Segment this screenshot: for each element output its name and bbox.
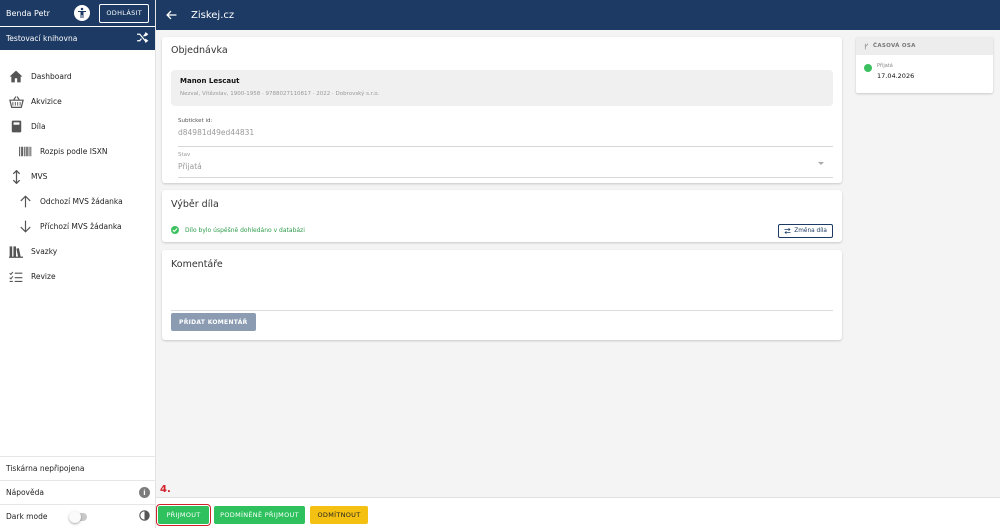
nav-item-dila[interactable]: Díla (0, 114, 155, 139)
nav-item-odchozi-mvs[interactable]: Odchozí MVS žádanka (0, 189, 155, 214)
chevron-down-icon (818, 162, 824, 165)
selection-title: Výběr díla (171, 199, 219, 210)
book-info: Manon Lescaut Nezval, Vítězslav, 1900-19… (171, 70, 833, 106)
timeline-event-date: 17.04.2026 (877, 72, 915, 80)
timeline-event: Přijatá 17.04.2026 (856, 55, 993, 93)
nav-label: Díla (31, 122, 46, 131)
printer-status-text: Tiskárna nepřipojena (6, 464, 85, 473)
up-down-arrow-icon (8, 169, 24, 185)
shuffle-icon[interactable] (136, 32, 149, 45)
nav-item-revize[interactable]: Revize (0, 264, 155, 289)
timeline-header: ČASOVÁ OSA (856, 37, 993, 55)
nav-label: Svazky (31, 247, 58, 256)
accessibility-icon[interactable] (74, 5, 91, 21)
logout-button[interactable]: ODHLÁSIT (99, 3, 149, 23)
contrast-icon[interactable] (139, 510, 150, 523)
nav-label: Příchozí MVS žádanka (40, 222, 122, 231)
help-item[interactable]: Nápověda i (0, 480, 156, 504)
timeline-card: ČASOVÁ OSA Přijatá 17.04.2026 (856, 37, 993, 93)
dark-mode-row: Dark mode (0, 504, 156, 528)
subticket-field: Subticket id: d84981d49ed44831 (178, 118, 833, 147)
swap-icon (784, 228, 791, 234)
back-arrow-icon[interactable] (166, 10, 177, 20)
user-bar: Benda Petr ODHLÁSIT (0, 0, 155, 26)
dark-mode-label: Dark mode (6, 512, 48, 521)
nav-item-svazky[interactable]: Svazky (0, 239, 155, 264)
nav-item-rozpis-isxn[interactable]: Rozpis podle ISXN (0, 139, 155, 164)
library-name: Testovací knihovna (6, 34, 78, 43)
nav-label: Rozpis podle ISXN (40, 147, 108, 156)
book-description: Nezval, Vítězslav, 1900-1958 · 978802711… (180, 91, 380, 97)
status-select[interactable]: Stav Přijatá (178, 152, 833, 178)
comments-title: Komentáře (171, 259, 223, 270)
order-card: Objednávka Manon Lescaut Nezval, Vítězsl… (162, 37, 842, 183)
divider (171, 310, 833, 311)
nav-item-mvs[interactable]: MVS (0, 164, 155, 189)
book-title: Manon Lescaut (180, 77, 240, 85)
found-status: Dílo bylo úspěšně dohledáno v databázi (171, 226, 305, 234)
arrow-up-icon (17, 194, 33, 210)
status-label: Stav (178, 152, 191, 158)
comments-card: Komentáře PŘIDAT KOMENTÁŘ (162, 250, 842, 340)
basket-icon (8, 94, 24, 110)
nav-label: Revize (31, 272, 56, 281)
change-work-label: Změna díla (794, 228, 827, 234)
nav-label: Akvizice (31, 97, 62, 106)
barcode-icon (17, 144, 33, 160)
nav-item-dashboard[interactable]: Dashboard (0, 64, 155, 89)
reject-button[interactable]: ODMÍTNOUT (310, 506, 368, 524)
work-selection-card: Výběr díla Dílo bylo úspěšně dohledáno v… (162, 190, 842, 242)
top-bar: Ziskej.cz (156, 0, 1000, 30)
sidebar-footer: Tiskárna nepřipojena Nápověda i Dark mod… (0, 456, 156, 528)
book-icon (8, 119, 24, 135)
order-title: Objednávka (171, 45, 228, 56)
timeline-title: ČASOVÁ OSA (873, 43, 916, 49)
nav-label: Odchozí MVS žádanka (40, 197, 123, 206)
help-label: Nápověda (6, 488, 44, 497)
arrow-down-icon (17, 219, 33, 235)
timeline-event-label: Přijatá (877, 63, 893, 69)
nav-item-prichozi-mvs[interactable]: Příchozí MVS žádanka (0, 214, 155, 239)
home-icon (8, 69, 24, 85)
subticket-value: d84981d49ed44831 (178, 128, 255, 137)
main-nav: Dashboard Akvizice Díla Rozpis podle ISX… (0, 64, 155, 289)
check-circle-icon (171, 226, 179, 234)
accept-button[interactable]: PŘIJMOUT (156, 504, 211, 526)
conditional-accept-button[interactable]: PODMÍNĚNĚ PŘIJMOUT (214, 506, 305, 524)
subticket-label: Subticket id: (178, 118, 213, 124)
info-icon[interactable]: i (139, 487, 150, 498)
page-title: Ziskej.cz (191, 9, 235, 21)
nav-label: Dashboard (31, 72, 72, 81)
checklist-icon (8, 269, 24, 285)
status-dot (864, 64, 872, 72)
change-work-button[interactable]: Změna díla (778, 224, 833, 238)
dark-mode-toggle[interactable] (69, 510, 87, 523)
user-name: Benda Petr (6, 8, 50, 18)
add-comment-button[interactable]: PŘIDAT KOMENTÁŘ (171, 313, 256, 331)
branch-icon (864, 43, 869, 50)
toggle-knob (69, 510, 81, 523)
sidebar: Benda Petr ODHLÁSIT Testovací knihovna D… (0, 0, 156, 528)
nav-label: MVS (31, 172, 48, 181)
found-text: Dílo bylo úspěšně dohledáno v databázi (185, 226, 305, 234)
library-switcher[interactable]: Testovací knihovna (0, 27, 155, 50)
nav-item-akvizice[interactable]: Akvizice (0, 89, 155, 114)
step-marker: 4. (160, 484, 171, 495)
printer-status[interactable]: Tiskárna nepřipojena (0, 456, 156, 480)
action-bar: 4. PŘIJMOUT PODMÍNĚNĚ PŘIJMOUT ODMÍTNOUT (156, 484, 1000, 528)
status-value: Přijatá (178, 162, 202, 171)
library-icon (8, 244, 24, 260)
